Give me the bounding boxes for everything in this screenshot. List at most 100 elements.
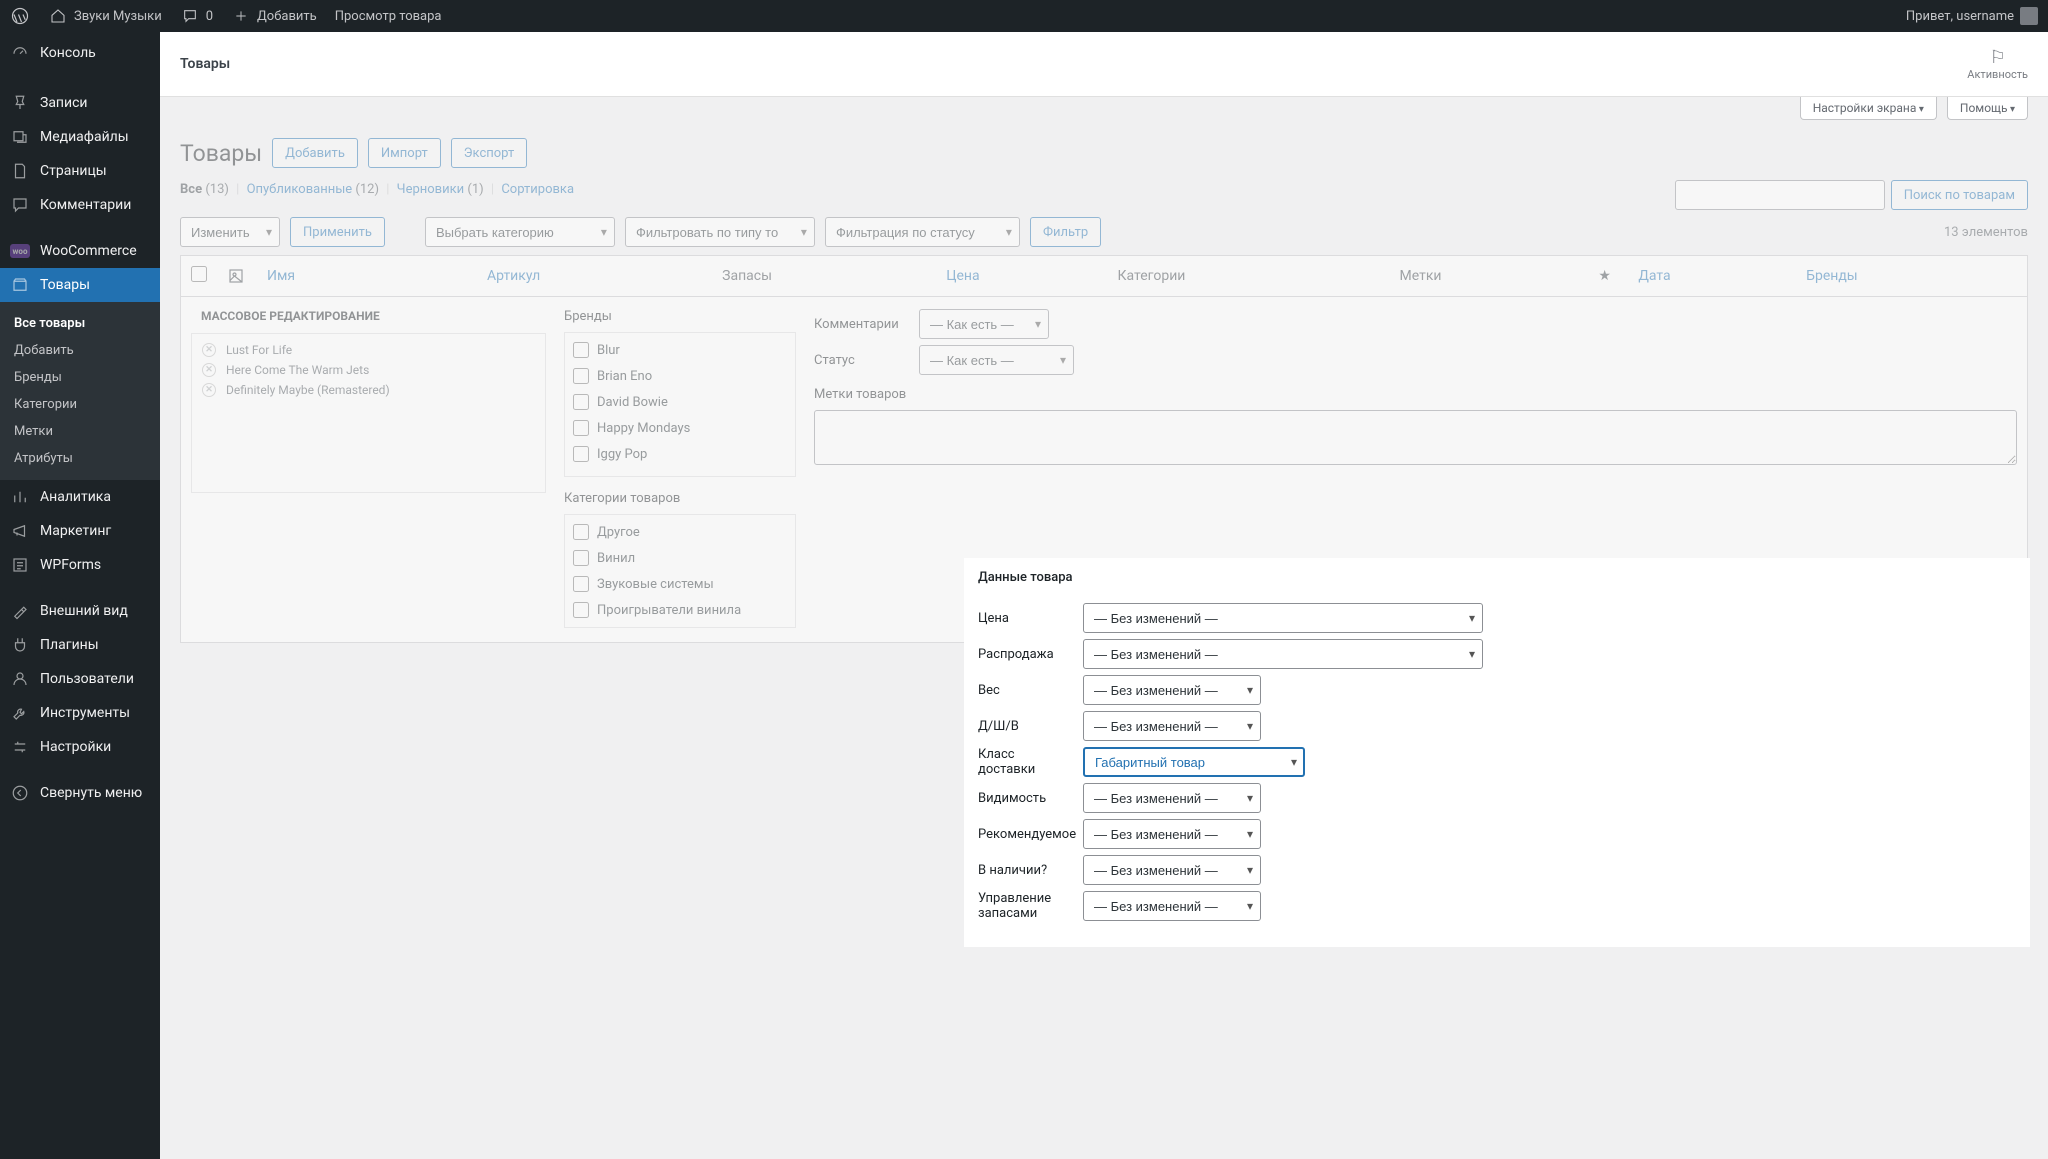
status-all-label[interactable]: Все [180,182,202,197]
add-new-link[interactable]: Добавить [231,6,317,26]
apply-button[interactable]: Применить [290,217,385,247]
search-button[interactable]: Поиск по товарам [1891,180,2028,210]
menu-dashboard[interactable]: Консоль [0,32,160,74]
menu-products[interactable]: Товары [0,268,160,302]
category-option[interactable]: Звуковые системы [573,571,787,597]
instock-select[interactable]: — Без изменений — [1083,855,1261,885]
brand-option[interactable]: Happy Mondays [573,415,787,441]
categories-checklist[interactable]: Другое Винил Звуковые системы Проигрыват… [564,514,796,628]
submenu-brands[interactable]: Бренды [0,364,160,391]
lwh-select[interactable]: — Без изменений — [1083,711,1261,741]
category-checkbox[interactable] [573,524,589,540]
search-input[interactable] [1675,180,1885,210]
menu-comments[interactable]: Комментарии [0,188,160,222]
sale-select[interactable]: — Без изменений — [1083,639,1483,669]
secondary-title: Товары [180,56,230,72]
brand-checkbox[interactable] [573,342,589,358]
brand-option[interactable]: Iggy Pop [573,441,787,467]
brand-option[interactable]: Blur [573,337,787,363]
status-sorting[interactable]: Сортировка [501,182,574,197]
filter-button[interactable]: Фильтр [1030,217,1101,247]
export-button[interactable]: Экспорт [451,138,527,168]
col-date[interactable]: Дата [1628,256,1796,297]
add-button[interactable]: Добавить [272,138,358,168]
bulk-selected-item: ✕Definitely Maybe (Remastered) [198,380,539,400]
category-filter[interactable]: Выбрать категорию [425,217,615,247]
brands-checklist[interactable]: Blur Brian Eno David Bowie Happy Mondays… [564,332,796,477]
brand-checkbox[interactable] [573,394,589,410]
screen-options-tab[interactable]: Настройки экрана [1800,97,1937,120]
submenu-add[interactable]: Добавить [0,337,160,364]
ship-class-select[interactable]: Габаритный товар [1083,747,1305,777]
product-data-panel: Данные товара Цена— Без изменений — Расп… [964,558,2030,947]
menu-appearance[interactable]: Внешний вид [0,594,160,628]
category-option[interactable]: Винил [573,545,787,571]
brand-option[interactable]: David Bowie [573,389,787,415]
visibility-select[interactable]: — Без изменений — [1083,783,1261,813]
price-select[interactable]: — Без изменений — [1083,603,1483,633]
status-filter-select[interactable]: Фильтрация по статусу [825,217,1020,247]
menu-wpforms[interactable]: WPForms [0,548,160,582]
menu-settings[interactable]: Настройки [0,730,160,764]
help-tab[interactable]: Помощь [1947,97,2028,120]
category-checkbox[interactable] [573,550,589,566]
col-sku[interactable]: Артикул [477,256,712,297]
comments-link[interactable]: 0 [180,6,213,26]
my-account[interactable]: Привет, username [1906,7,2038,25]
brand-checkbox[interactable] [573,368,589,384]
import-button[interactable]: Импорт [368,138,441,168]
brand-checkbox[interactable] [573,420,589,436]
select-all-checkbox[interactable] [191,266,207,282]
submenu-categories[interactable]: Категории [0,391,160,418]
remove-icon[interactable]: ✕ [202,383,216,397]
brand-checkbox[interactable] [573,446,589,462]
tablenav-top: Изменить Применить Выбрать категорию Фил… [180,209,2028,255]
status-published[interactable]: Опубликованные [247,182,353,197]
category-option[interactable]: Другое [573,519,787,545]
search-box: Поиск по товарам [1675,180,2028,210]
tags-textarea[interactable] [814,410,2017,465]
weight-select[interactable]: — Без изменений — [1083,675,1261,705]
type-filter[interactable]: Фильтровать по типу то [625,217,815,247]
menu-analytics[interactable]: Аналитика [0,480,160,514]
category-option[interactable]: Проигрыватели винила [573,597,787,623]
menu-pages[interactable]: Страницы [0,154,160,188]
menu-tools[interactable]: Инструменты [0,696,160,730]
tags-label: Метки товаров [814,387,2017,402]
menu-plugins[interactable]: Плагины [0,628,160,662]
weight-label: Вес [978,683,1073,698]
category-checkbox[interactable] [573,602,589,618]
col-tags: Метки [1390,256,1589,297]
view-product-link[interactable]: Просмотр товара [335,9,442,24]
col-thumb [217,256,257,297]
col-name[interactable]: Имя [257,256,477,297]
col-brands[interactable]: Бренды [1796,256,2027,297]
menu-marketing[interactable]: Маркетинг [0,514,160,548]
comments-select[interactable]: — Как есть — [919,309,1049,339]
brand-option[interactable]: Brian Eno [573,363,787,389]
bulk-action-select[interactable]: Изменить [180,217,280,247]
menu-users[interactable]: Пользователи [0,662,160,696]
menu-media[interactable]: Медиафайлы [0,120,160,154]
submenu-tags[interactable]: Метки [0,418,160,445]
status-drafts[interactable]: Черновики [397,182,464,197]
menu-woocommerce[interactable]: wooWooCommerce [0,234,160,268]
category-checkbox[interactable] [573,576,589,592]
submenu-attributes[interactable]: Атрибуты [0,445,160,472]
col-price[interactable]: Цена [936,256,1107,297]
menu-posts[interactable]: Записи [0,86,160,120]
site-link[interactable]: Звуки Музыки [48,6,162,26]
wp-logo[interactable] [10,6,30,26]
featured-select[interactable]: — Без изменений — [1083,819,1261,849]
admin-bar: Звуки Музыки 0 Добавить Просмотр товара … [0,0,2048,32]
remove-icon[interactable]: ✕ [202,343,216,357]
activity-button[interactable]: ⚐ Активность [1967,47,2028,81]
manage-select[interactable]: — Без изменений — [1083,891,1261,921]
tools-icon [10,703,30,723]
col-featured: ★ [1588,256,1628,297]
menu-collapse[interactable]: Свернуть меню [0,776,160,810]
status-select[interactable]: — Как есть — [919,345,1074,375]
submenu-all-products[interactable]: Все товары [0,310,160,337]
product-data-title: Данные товара [964,558,2030,597]
remove-icon[interactable]: ✕ [202,363,216,377]
